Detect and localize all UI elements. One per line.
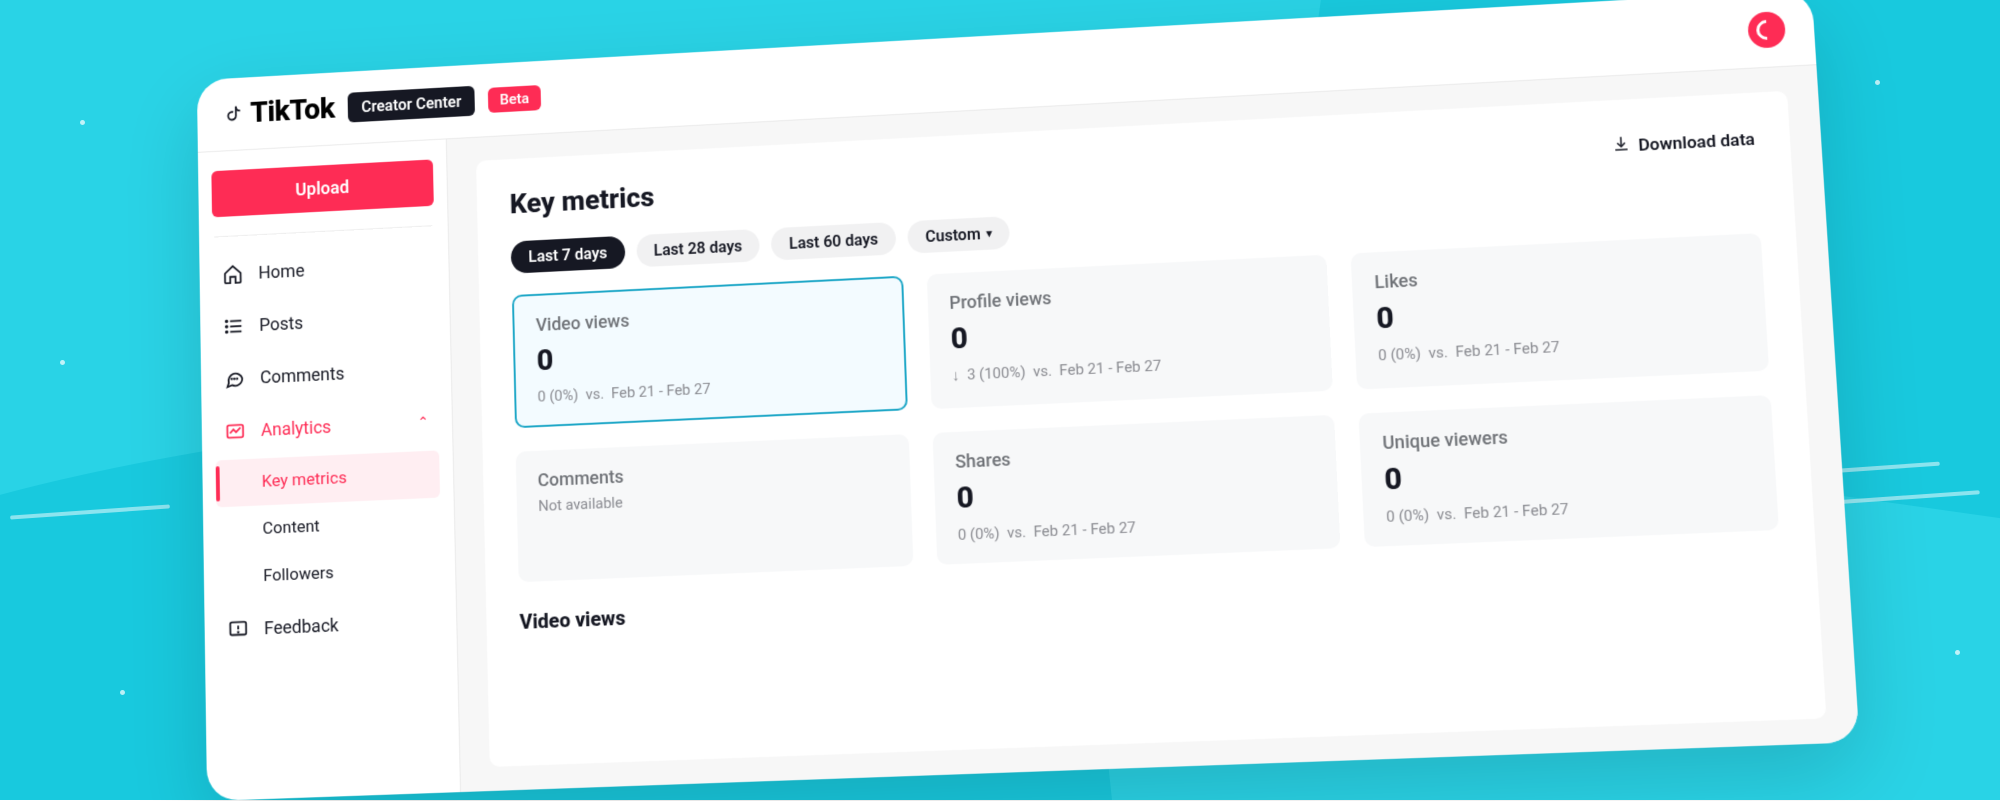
app-window: TikTok Creator Center Beta Upload Home <box>197 0 1860 801</box>
card-comments[interactable]: Comments Not available <box>516 434 913 582</box>
sidebar-item-analytics[interactable]: Analytics ⌃ <box>215 397 439 456</box>
feedback-icon <box>228 618 249 641</box>
card-shares[interactable]: Shares 0 0 (0%) vs. Feb 21 - Feb 27 <box>932 415 1341 565</box>
sidebar-item-label: Feedback <box>264 615 339 639</box>
card-value: 0 <box>1376 284 1743 337</box>
page-title: Key metrics <box>509 181 654 221</box>
caret-down-icon: ▾ <box>986 227 992 240</box>
main-area: Key metrics Download data Last 7 days La… <box>447 65 1860 792</box>
card-likes[interactable]: Likes 0 0 (0%) vs. Feb 21 - Feb 27 <box>1351 233 1769 389</box>
subnav-followers[interactable]: Followers <box>217 545 442 602</box>
sidebar-item-label: Posts <box>259 313 303 336</box>
card-value: 0 <box>536 327 882 378</box>
range-custom-label: Custom <box>925 224 981 245</box>
key-metrics-panel: Key metrics Download data Last 7 days La… <box>476 91 1826 767</box>
sidebar-item-feedback[interactable]: Feedback <box>218 596 444 655</box>
sidebar-item-label: Analytics <box>261 417 332 441</box>
card-value: 0 <box>956 465 1316 516</box>
home-icon <box>222 263 243 285</box>
beta-badge: Beta <box>488 85 541 113</box>
sidebar-item-home[interactable]: Home <box>213 240 436 300</box>
sidebar-item-posts[interactable]: Posts <box>213 292 436 351</box>
card-value: 0 <box>950 305 1308 357</box>
download-label: Download data <box>1638 129 1756 155</box>
range-custom[interactable]: Custom ▾ <box>907 216 1010 254</box>
card-sub: 0 (0%) vs. Feb 21 - Feb 27 <box>1386 492 1755 526</box>
tiktok-note-icon <box>224 103 245 125</box>
metrics-grid: Video views 0 0 (0%) vs. Feb 21 - Feb 27… <box>512 233 1779 582</box>
range-28-days[interactable]: Last 28 days <box>636 229 760 268</box>
card-sub: 0 (0%) vs. Feb 21 - Feb 27 <box>537 372 883 406</box>
range-60-days[interactable]: Last 60 days <box>771 222 896 261</box>
list-icon <box>223 315 244 337</box>
download-icon <box>1611 134 1631 158</box>
sidebar-item-comments[interactable]: Comments <box>214 345 438 404</box>
analytics-icon <box>225 420 246 442</box>
card-video-views[interactable]: Video views 0 0 (0%) vs. Feb 21 - Feb 27 <box>512 276 908 429</box>
analytics-subnav: Key metrics Content Followers <box>216 450 443 601</box>
chevron-up-icon: ⌃ <box>417 415 429 431</box>
download-data-button[interactable]: Download data <box>1611 128 1755 158</box>
brand-name: TikTok <box>250 92 335 130</box>
trend-down-icon <box>952 366 964 384</box>
card-profile-views[interactable]: Profile views 0 3 (100%) vs. Feb 21 - Fe… <box>926 255 1333 409</box>
sidebar: Upload Home Posts <box>198 139 461 801</box>
sidebar-item-label: Comments <box>260 363 345 387</box>
avatar[interactable] <box>1747 10 1786 48</box>
brand-logo[interactable]: TikTok <box>224 92 335 132</box>
creator-center-badge: Creator Center <box>348 86 475 123</box>
sidebar-item-label: Home <box>258 260 304 283</box>
card-sub: 0 (0%) vs. Feb 21 - Feb 27 <box>958 511 1318 544</box>
card-value: 0 <box>1384 446 1753 497</box>
card-sub: 3 (100%) vs. Feb 21 - Feb 27 <box>952 350 1310 385</box>
card-unique-viewers[interactable]: Unique viewers 0 0 (0%) vs. Feb 21 - Feb… <box>1359 395 1779 547</box>
card-sub: 0 (0%) vs. Feb 21 - Feb 27 <box>1378 329 1745 364</box>
upload-button[interactable]: Upload <box>211 159 433 217</box>
comment-icon <box>224 368 245 390</box>
range-7-days[interactable]: Last 7 days <box>511 236 626 274</box>
